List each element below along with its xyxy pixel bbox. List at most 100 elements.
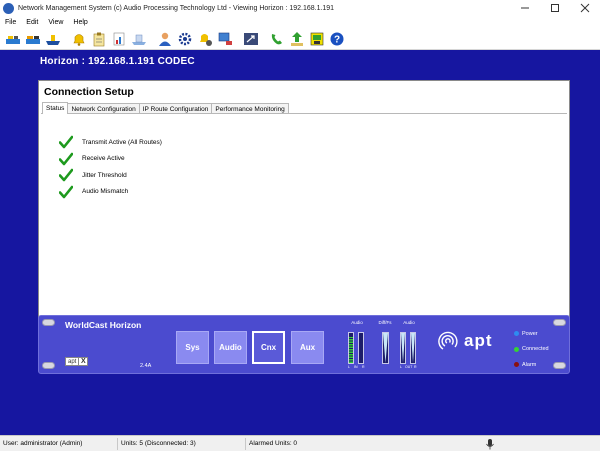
status-label: Jitter Threshold	[82, 171, 127, 179]
menu-help[interactable]: Help	[68, 19, 92, 26]
title-bar: Network Management System (c) Audio Proc…	[0, 0, 600, 16]
led-label: Power	[522, 330, 538, 337]
status-label: Receive Active	[82, 155, 125, 163]
download-button[interactable]	[308, 30, 325, 47]
menu-edit[interactable]: Edit	[21, 19, 43, 26]
phone-button[interactable]	[268, 30, 285, 47]
aptx-badge: apt X	[65, 357, 89, 366]
main-area: Horizon : 192.168.1.191 CODEC Connection…	[0, 50, 600, 435]
led-power: Power	[514, 326, 549, 342]
user-icon	[158, 32, 171, 46]
svg-text:?: ?	[333, 34, 339, 45]
audio-out-meter-group: Audio	[399, 320, 419, 325]
window-controls	[510, 0, 600, 16]
menu-bar: File Edit View Help	[0, 16, 600, 28]
audio-in-left-meter	[348, 332, 354, 364]
panel-title: Connection Setup	[44, 86, 134, 98]
rack-screw	[553, 319, 566, 326]
minimize-icon	[521, 7, 529, 9]
clipboard-button[interactable]	[90, 30, 107, 47]
sys-button[interactable]: Sys	[176, 331, 209, 364]
rack-screw	[42, 319, 55, 326]
apt-logo: apt	[435, 328, 493, 354]
clipboard-icon	[93, 32, 104, 46]
aux-button[interactable]: Aux	[291, 331, 324, 364]
status-user: User: administrator (Admin)	[0, 437, 118, 450]
app-icon	[3, 2, 14, 14]
upload-button[interactable]	[288, 30, 305, 47]
cnx-button[interactable]: Cnx	[252, 331, 285, 364]
monitor-button[interactable]	[216, 30, 233, 47]
diff-meter-needle	[383, 333, 388, 363]
close-button[interactable]	[570, 0, 600, 16]
check-icon	[59, 135, 73, 149]
meter-sub-label: OUT	[405, 365, 413, 369]
menu-view[interactable]: View	[43, 19, 68, 26]
connection-setup-panel: Connection Setup Status Network Configur…	[38, 80, 570, 334]
diff-meter	[382, 332, 389, 364]
rack-screw	[42, 362, 55, 369]
aptx-label: apt	[65, 357, 80, 366]
network-alt-button[interactable]	[24, 30, 41, 47]
check-icon	[59, 168, 73, 182]
aptx-mark: X	[79, 357, 89, 366]
bell-settings-icon	[199, 33, 212, 46]
meter-left-label: L	[348, 365, 350, 369]
ship-button[interactable]	[44, 30, 61, 47]
audio-out-left-meter	[400, 332, 406, 364]
user-button[interactable]	[156, 30, 173, 47]
status-row-audio-mismatch: Audio Mismatch	[59, 184, 162, 201]
device-title: Horizon : 192.168.1.191 CODEC	[40, 56, 195, 67]
audio-in-right-meter	[358, 332, 364, 364]
menu-file[interactable]: File	[0, 19, 21, 26]
meter-right-label: R	[414, 365, 417, 369]
network-button[interactable]	[4, 30, 21, 47]
ship-icon	[45, 34, 60, 45]
led-label: Connected	[522, 346, 549, 353]
settings-button[interactable]	[176, 30, 193, 47]
led-alarm: Alarm	[514, 357, 549, 373]
microphone-icon	[486, 439, 494, 450]
alarm-bell-button[interactable]	[70, 30, 87, 47]
report-button[interactable]	[110, 30, 127, 47]
rack-screw	[553, 362, 566, 369]
meter-title: Diff/Fs	[378, 320, 392, 325]
led-label: Alarm	[522, 361, 537, 368]
status-row-transmit: Transmit Active (All Routes)	[59, 134, 162, 151]
bell-settings-button[interactable]	[196, 30, 213, 47]
alarm-bell-icon	[73, 33, 84, 46]
diff-meter-group: Diff/Fs	[375, 320, 395, 325]
meter-right-label: R	[362, 365, 365, 369]
settings-gear-icon	[178, 32, 191, 45]
alarm-led-icon	[514, 362, 519, 368]
status-label: Transmit Active (All Routes)	[82, 138, 162, 146]
status-row-receive: Receive Active	[59, 151, 162, 168]
ship-settings-button[interactable]	[130, 30, 147, 47]
export-button[interactable]	[242, 30, 259, 47]
status-leds: Power Connected Alarm	[514, 326, 549, 373]
status-tab-body: Transmit Active (All Routes) Receive Act…	[41, 113, 567, 331]
audio-in-meter-group: Audio	[347, 320, 367, 325]
meter-sub-label: IN	[354, 365, 358, 369]
toolbar: ?	[0, 28, 600, 50]
phone-icon	[271, 33, 282, 44]
network-alt-icon	[25, 35, 40, 44]
maximize-button[interactable]	[540, 0, 570, 16]
check-icon	[59, 152, 73, 166]
status-units: Units: 5 (Disconnected: 3)	[118, 437, 246, 450]
device-name: WorldCast Horizon	[65, 320, 142, 330]
check-icon	[59, 185, 73, 199]
help-icon: ?	[330, 32, 343, 45]
help-button[interactable]: ?	[328, 30, 345, 47]
power-led-icon	[514, 331, 519, 337]
tab-status[interactable]: Status	[42, 102, 69, 114]
status-list: Transmit Active (All Routes) Receive Act…	[59, 134, 162, 200]
monitor-icon	[218, 32, 232, 45]
audio-button[interactable]: Audio	[214, 331, 247, 364]
minimize-button[interactable]	[510, 0, 540, 16]
status-row-jitter: Jitter Threshold	[59, 167, 162, 184]
apt-logo-icon	[438, 331, 458, 350]
audio-out-right-meter	[410, 332, 416, 364]
device-front-panel: WorldCast Horizon apt X 2.4A Sys Audio C…	[38, 315, 570, 374]
meter-left-label: L	[400, 365, 402, 369]
